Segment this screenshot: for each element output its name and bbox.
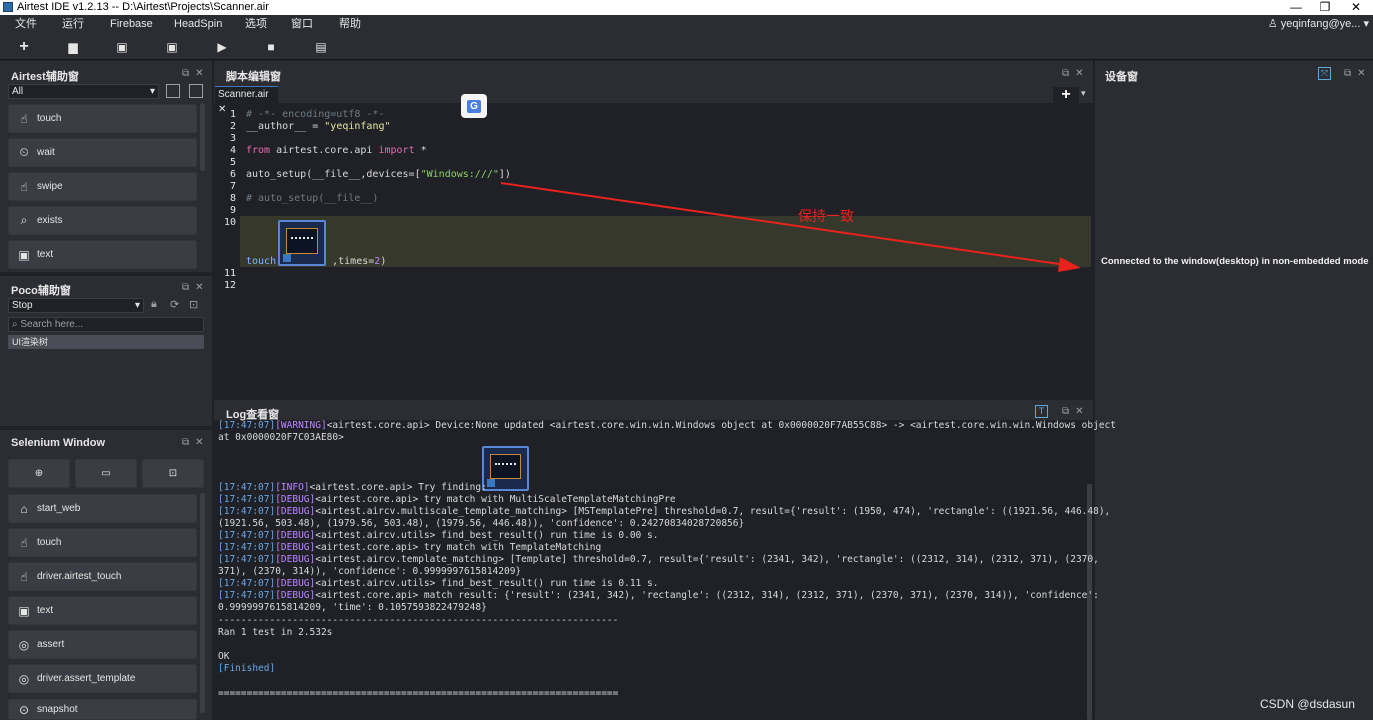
log-line: [17:47:07][DEBUG]<airtest.core.api> try …: [218, 542, 601, 554]
log-template-thumbnail[interactable]: [482, 446, 529, 491]
log-text: Ran 1 test in 2.532s: [218, 627, 333, 638]
log-line: [17:47:07][DEBUG]<airtest.aircv.multisca…: [218, 506, 1110, 518]
device-panel-controls[interactable]: ⧉✕: [1344, 68, 1372, 79]
log-line: [17:47:07][DEBUG]<airtest.aircv.template…: [218, 554, 1099, 566]
log-level: [DEBUG]: [275, 554, 316, 565]
log-level: [DEBUG]: [275, 506, 316, 517]
log-level: [DEBUG]: [275, 530, 316, 541]
log-line: ========================================…: [218, 688, 618, 700]
log-level: [DEBUG]: [275, 578, 316, 589]
log-timestamp: [17:47:07]: [218, 506, 276, 517]
log-line: [Finished]: [218, 663, 275, 675]
log-text: at 0x0000020F7C03AE80>: [218, 432, 344, 443]
watermark: CSDN @dsdasun: [1260, 697, 1355, 711]
log-text: <airtest.aircv.multiscale_template_match…: [315, 506, 1111, 517]
log-scrollbar[interactable]: [1087, 484, 1092, 720]
log-text: (1921.56, 503.48), (1979.56, 503.48), (1…: [218, 518, 745, 529]
log-timestamp: [17:47:07]: [218, 530, 276, 541]
log-level: [INFO]: [275, 482, 310, 493]
device-connect-icon[interactable]: ⤧: [1318, 67, 1331, 80]
log-filter-icon[interactable]: T: [1035, 405, 1048, 418]
log-text: ----------------------------------------…: [218, 615, 619, 626]
log-timestamp: [17:47:07]: [218, 494, 276, 505]
device-panel-title: 设备窗: [1105, 71, 1138, 83]
log-line: [17:47:07][DEBUG]<airtest.core.api> matc…: [218, 590, 1099, 602]
log-text: <airtest.aircv.utils> find_best_result()…: [315, 530, 659, 541]
log-line: Ran 1 test in 2.532s: [218, 627, 332, 639]
device-panel: [1095, 61, 1373, 720]
log-timestamp: [17:47:07]: [218, 482, 276, 493]
log-line: 371), (2370, 314)), 'confidence': 0.9999…: [218, 566, 521, 578]
log-line: [17:47:07][DEBUG]<airtest.aircv.utils> f…: [218, 578, 658, 590]
log-text: <airtest.core.api> try match with MultiS…: [315, 494, 676, 505]
log-text: [Finished]: [218, 663, 276, 674]
log-line: ----------------------------------------…: [218, 615, 618, 627]
log-timestamp: [17:47:07]: [218, 554, 276, 565]
log-line: at 0x0000020F7C03AE80>: [218, 432, 344, 444]
log-level: [DEBUG]: [275, 542, 316, 553]
log-timestamp: [17:47:07]: [218, 590, 276, 601]
log-line: 0.9999997615814209, 'time': 0.1057593822…: [218, 602, 487, 614]
log-panel-controls[interactable]: ⧉✕: [1062, 406, 1090, 417]
log-text: ========================================…: [218, 688, 619, 699]
log-line: OK: [218, 651, 229, 663]
log-level: [DEBUG]: [275, 494, 316, 505]
log-header: [214, 400, 1093, 420]
log-text: 371), (2370, 314)), 'confidence': 0.9999…: [218, 566, 522, 577]
log-text: 0.9999997615814209, 'time': 0.1057593822…: [218, 602, 487, 613]
device-status-message: Connected to the window(desktop) in non-…: [1101, 256, 1369, 267]
log-text: <airtest.core.api> try match with Templa…: [315, 542, 602, 553]
log-text: <airtest.core.api> Try finding:: [309, 482, 487, 493]
log-line: [17:47:07][INFO]<airtest.core.api> Try f…: [218, 482, 487, 494]
log-timestamp: [17:47:07]: [218, 420, 276, 431]
log-line: [17:47:07][DEBUG]<airtest.core.api> try …: [218, 494, 676, 506]
log-line: [17:47:07][DEBUG]<airtest.aircv.utils> f…: [218, 530, 658, 542]
log-text: OK: [218, 651, 230, 662]
annotation-text: 保持一致: [798, 208, 854, 224]
log-level: [WARNING]: [275, 420, 327, 431]
log-line: (1921.56, 503.48), (1979.56, 503.48), (1…: [218, 518, 744, 530]
log-text: <airtest.core.api> match result: {'resul…: [315, 590, 1099, 601]
log-text: <airtest.aircv.template_matching> [Templ…: [315, 554, 1099, 565]
log-timestamp: [17:47:07]: [218, 578, 276, 589]
log-text: <airtest.aircv.utils> find_best_result()…: [315, 578, 659, 589]
log-timestamp: [17:47:07]: [218, 542, 276, 553]
log-level: [DEBUG]: [275, 590, 316, 601]
log-line: [17:47:07][WARNING]<airtest.core.api> De…: [218, 420, 1116, 432]
log-text: <airtest.core.api> Device:None updated <…: [326, 420, 1116, 431]
